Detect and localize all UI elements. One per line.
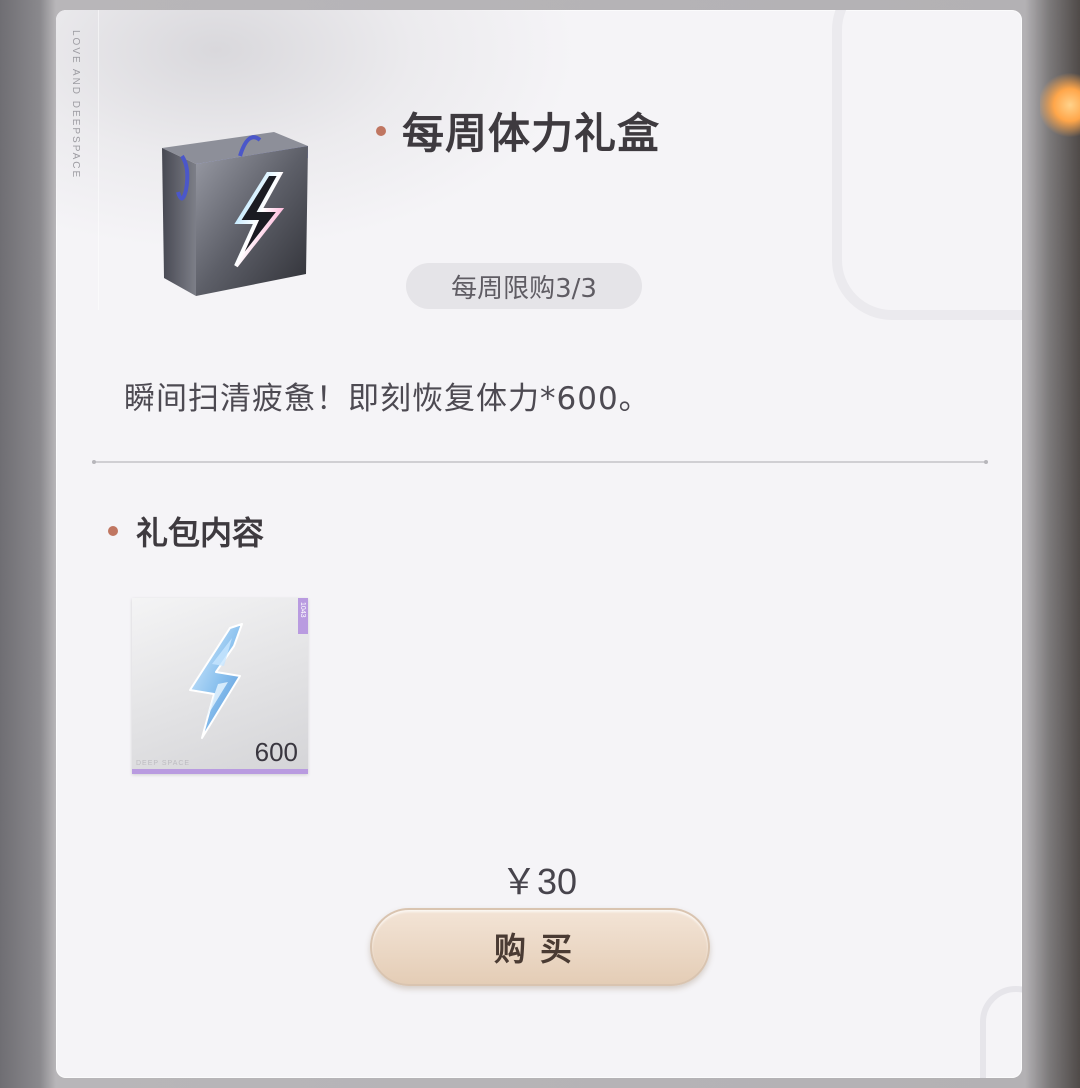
gift-title: 每周体力礼盒 xyxy=(402,109,661,158)
background-glow xyxy=(1040,70,1080,140)
lightning-gift-bag-icon xyxy=(156,110,316,300)
price-label: ￥30 xyxy=(500,861,578,902)
reward-item-card[interactable]: 1043 DEEP SPACE 600 xyxy=(132,598,308,774)
side-strip: LOVE AND DEEPSPACE xyxy=(56,10,99,310)
gift-title-row: 每周体力礼盒 xyxy=(376,100,660,161)
buy-button[interactable]: 购买 xyxy=(370,908,710,986)
rarity-bar xyxy=(132,769,308,774)
section-divider xyxy=(92,460,988,464)
gift-box-detail-panel: LOVE AND DEEPSPACE 每周体力礼盒 每周限购3/3 瞬间扫清疲惫… xyxy=(56,10,1022,1078)
title-bullet xyxy=(376,125,386,136)
decorative-arc-bottom xyxy=(980,986,1022,1078)
side-brand-text: LOVE AND DEEPSPACE xyxy=(70,30,81,180)
contents-section-title: 礼包内容 xyxy=(136,514,265,552)
decorative-arc xyxy=(832,10,1022,320)
reward-quantity: 600 xyxy=(254,737,298,767)
contents-section-header: 礼包内容 xyxy=(108,508,264,554)
section-bullet xyxy=(108,526,118,536)
crystal-lightning-icon xyxy=(189,623,243,739)
purchase-limit-badge: 每周限购3/3 xyxy=(406,263,642,309)
reward-brand: DEEP SPACE xyxy=(136,760,191,767)
gift-description: 瞬间扫清疲惫！即刻恢复体力*600。 xyxy=(124,381,651,417)
reward-tag: 1043 xyxy=(298,598,308,634)
